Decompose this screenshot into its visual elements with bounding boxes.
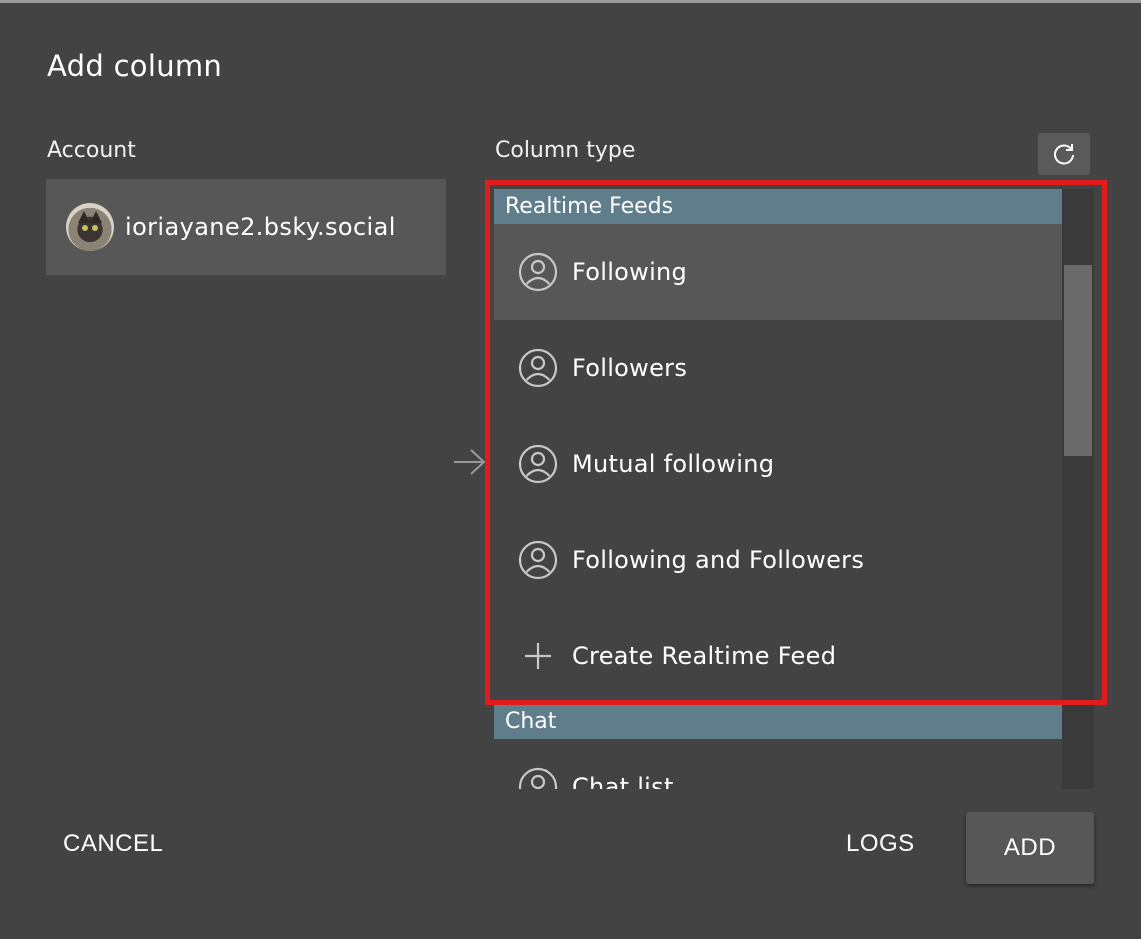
list-item-chat-list[interactable]: Chat list (494, 739, 1062, 789)
plus-icon (517, 635, 559, 677)
refresh-icon (1054, 144, 1074, 165)
dialog-title: Add column (47, 49, 223, 83)
list-item-label: Following (572, 258, 688, 286)
refresh-button[interactable] (1038, 133, 1090, 175)
list-item-label: Following and Followers (572, 546, 865, 574)
account-item[interactable]: ioriayane2.bsky.social (46, 179, 446, 275)
column-type-label: Column type (495, 138, 636, 163)
cancel-button[interactable]: CANCEL (63, 830, 163, 858)
column-type-list[interactable]: Realtime Feeds Following Followers Mutua… (494, 189, 1062, 789)
add-button-label: ADD (1003, 834, 1057, 861)
user-circle-icon (517, 539, 559, 581)
list-item-label: Followers (572, 354, 688, 382)
scrollbar-thumb[interactable] (1064, 265, 1092, 456)
logs-button[interactable]: LOGS (846, 830, 915, 858)
list-item-label: Chat list (572, 773, 674, 789)
list-item-following[interactable]: Following (494, 224, 1062, 320)
list-item-followers[interactable]: Followers (494, 320, 1062, 416)
list-item-label: Create Realtime Feed (572, 642, 837, 670)
user-circle-icon (517, 347, 559, 389)
list-item-mutual-following[interactable]: Mutual following (494, 416, 1062, 512)
list-item-label: Mutual following (572, 450, 775, 478)
group-header-chat: Chat (494, 704, 1062, 739)
avatar (66, 203, 114, 251)
user-circle-icon (517, 766, 559, 789)
add-column-dialog: Add column Account Column type ioriayane… (0, 0, 1141, 939)
add-button[interactable]: ADD (966, 812, 1094, 884)
account-name: ioriayane2.bsky.social (125, 213, 396, 241)
list-item-following-and-followers[interactable]: Following and Followers (494, 512, 1062, 608)
list-item-create-realtime-feed[interactable]: Create Realtime Feed (494, 608, 1062, 704)
user-circle-icon (517, 251, 559, 293)
group-header-realtime-feeds: Realtime Feeds (494, 189, 1062, 224)
account-label: Account (47, 138, 136, 163)
arrow-right-icon (452, 447, 486, 477)
user-circle-icon (517, 443, 559, 485)
